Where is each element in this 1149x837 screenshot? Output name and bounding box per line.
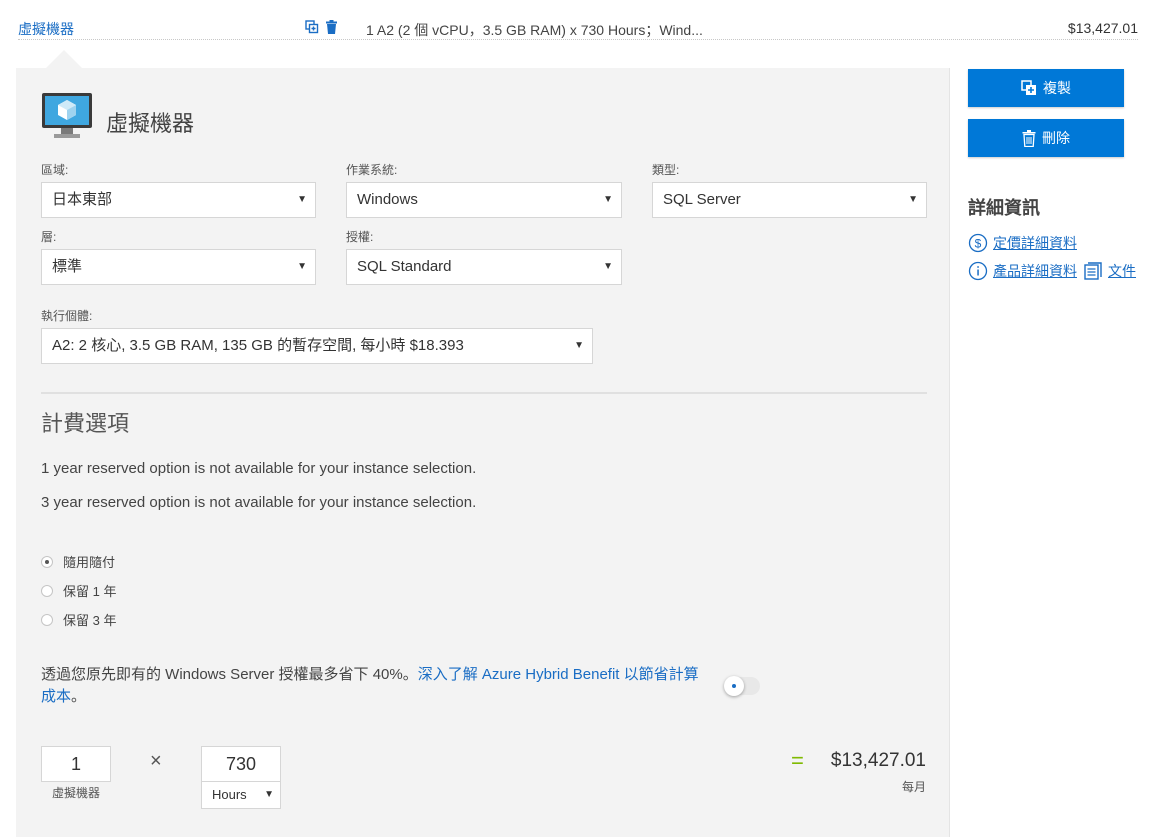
instance-select[interactable]: A2: 2 核心, 3.5 GB RAM, 135 GB 的暫存空間, 每小時 … <box>41 328 593 364</box>
license-label: 授權: <box>346 230 374 244</box>
os-label: 作業系統: <box>346 163 398 177</box>
delete-button[interactable]: 刪除 <box>968 119 1124 157</box>
duplicate-icon[interactable] <box>305 20 319 34</box>
vm-quantity-input[interactable]: 1 <box>41 746 111 782</box>
billing-option-label: 保留 1 年 <box>63 584 117 599</box>
tier-select[interactable]: 標準 ▼ <box>41 249 316 285</box>
region-label: 區域: <box>41 163 69 177</box>
reserved-3yr-note: 3 year reserved option is not available … <box>41 494 477 511</box>
dollar-icon: $ <box>968 233 988 253</box>
hours-unit-select[interactable]: Hours ▼ <box>201 781 281 809</box>
os-select[interactable]: Windows ▼ <box>346 182 622 218</box>
section-divider <box>41 392 927 394</box>
chevron-down-icon: ▼ <box>603 261 613 272</box>
estimate-row[interactable]: 虛擬機器 1 A2 (2 個 vCPU，3.5 GB RAM) x 730 Ho… <box>18 18 1138 40</box>
billing-option-payg[interactable]: 隨用隨付 <box>41 552 115 571</box>
vm-config-panel: 虛擬機器 區域: 日本東部 ▼ 作業系統: Windows ▼ 類型: SQL … <box>16 50 950 837</box>
instance-value: A2: 2 核心, 3.5 GB RAM, 135 GB 的暫存空間, 每小時 … <box>52 337 464 354</box>
billing-option-label: 保留 3 年 <box>63 613 117 628</box>
billing-option-label: 隨用隨付 <box>63 555 116 570</box>
reserved-1yr-note: 1 year reserved option is not available … <box>41 460 477 477</box>
panel-title: 虛擬機器 <box>106 111 195 136</box>
duplicate-button[interactable]: 複製 <box>968 69 1124 107</box>
license-select[interactable]: SQL Standard ▼ <box>346 249 622 285</box>
billing-section-title: 計費選項 <box>41 411 130 436</box>
chevron-down-icon: ▼ <box>603 194 613 205</box>
svg-text:$: $ <box>975 237 982 251</box>
hybrid-benefit-suffix: 。 <box>71 688 87 705</box>
details-title: 詳細資訊 <box>968 198 1040 218</box>
duplicate-icon <box>1021 80 1037 96</box>
hybrid-benefit-text: 透過您原先即有的 Windows Server 授權最多省下 40%。深入了解 … <box>41 664 706 708</box>
billing-option-1yr[interactable]: 保留 1 年 <box>41 581 116 600</box>
duplicate-button-label: 複製 <box>1043 80 1071 96</box>
hours-unit-value: Hours <box>212 787 247 802</box>
radio-button[interactable] <box>41 613 53 626</box>
tier-label: 層: <box>41 230 57 244</box>
hybrid-benefit-intro: 透過您原先即有的 Windows Server 授權最多省下 40%。 <box>41 666 418 683</box>
chevron-down-icon: ▼ <box>264 789 274 800</box>
monthly-label: 每月 <box>901 780 926 794</box>
documentation-link[interactable]: 文件 <box>1083 261 1136 281</box>
product-details-link[interactable]: 產品詳細資料 <box>968 261 1077 281</box>
estimate-row-description: 1 A2 (2 個 vCPU，3.5 GB RAM) x 730 Hours；W… <box>366 22 703 38</box>
vm-monitor-icon <box>41 92 93 145</box>
chevron-down-icon: ▼ <box>297 261 307 272</box>
region-value: 日本東部 <box>52 191 113 208</box>
chevron-down-icon: ▼ <box>297 194 307 205</box>
monthly-total: $13,427.01 <box>830 750 926 771</box>
estimate-row-price: $13,427.01 <box>1067 20 1138 36</box>
type-label: 類型: <box>652 163 680 177</box>
type-value: SQL Server <box>663 191 741 208</box>
toggle-knob <box>724 676 744 696</box>
license-value: SQL Standard <box>357 258 452 275</box>
multiply-sign: × <box>150 750 162 772</box>
type-select[interactable]: SQL Server ▼ <box>652 182 927 218</box>
delete-button-label: 刪除 <box>1042 130 1070 146</box>
radio-button[interactable] <box>41 584 53 597</box>
hybrid-benefit-toggle[interactable] <box>724 676 760 696</box>
billing-option-3yr[interactable]: 保留 3 年 <box>41 610 116 629</box>
product-details-label: 產品詳細資料 <box>993 263 1077 279</box>
pricing-details-link[interactable]: $ 定價詳細資料 <box>968 233 1077 253</box>
delete-icon[interactable] <box>325 20 338 34</box>
equals-sign: = <box>791 748 804 773</box>
panel-notch <box>46 50 82 68</box>
document-icon <box>1083 261 1103 281</box>
chevron-down-icon: ▼ <box>908 194 918 205</box>
instance-label: 執行個體: <box>41 309 93 323</box>
vm-quantity-label: 虛擬機器 <box>51 786 100 800</box>
estimate-row-title[interactable]: 虛擬機器 <box>18 19 74 39</box>
info-icon <box>968 261 988 281</box>
hours-input[interactable]: 730 <box>201 746 281 782</box>
os-value: Windows <box>357 191 418 208</box>
delete-icon <box>1022 129 1036 147</box>
pricing-details-label: 定價詳細資料 <box>993 235 1077 251</box>
documentation-label: 文件 <box>1108 263 1136 279</box>
row-actions <box>305 20 338 34</box>
region-select[interactable]: 日本東部 ▼ <box>41 182 316 218</box>
tier-value: 標準 <box>52 258 83 275</box>
radio-button[interactable] <box>41 555 53 568</box>
chevron-down-icon: ▼ <box>574 340 584 351</box>
